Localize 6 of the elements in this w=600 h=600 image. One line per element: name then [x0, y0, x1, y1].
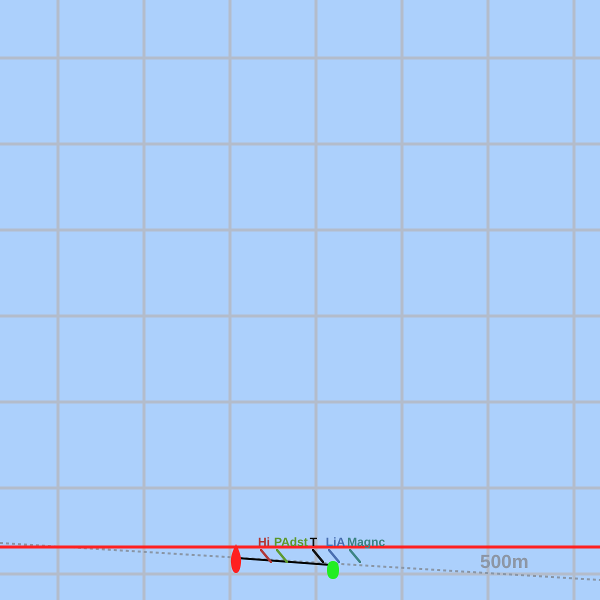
scale-label: 500m [480, 552, 529, 573]
boat-label: Hi [258, 536, 270, 549]
boat-label: Magnc [347, 536, 386, 549]
boat-label: PAdst [274, 536, 308, 549]
boat-label: LiA [326, 536, 346, 549]
boat-label: T [310, 536, 318, 549]
